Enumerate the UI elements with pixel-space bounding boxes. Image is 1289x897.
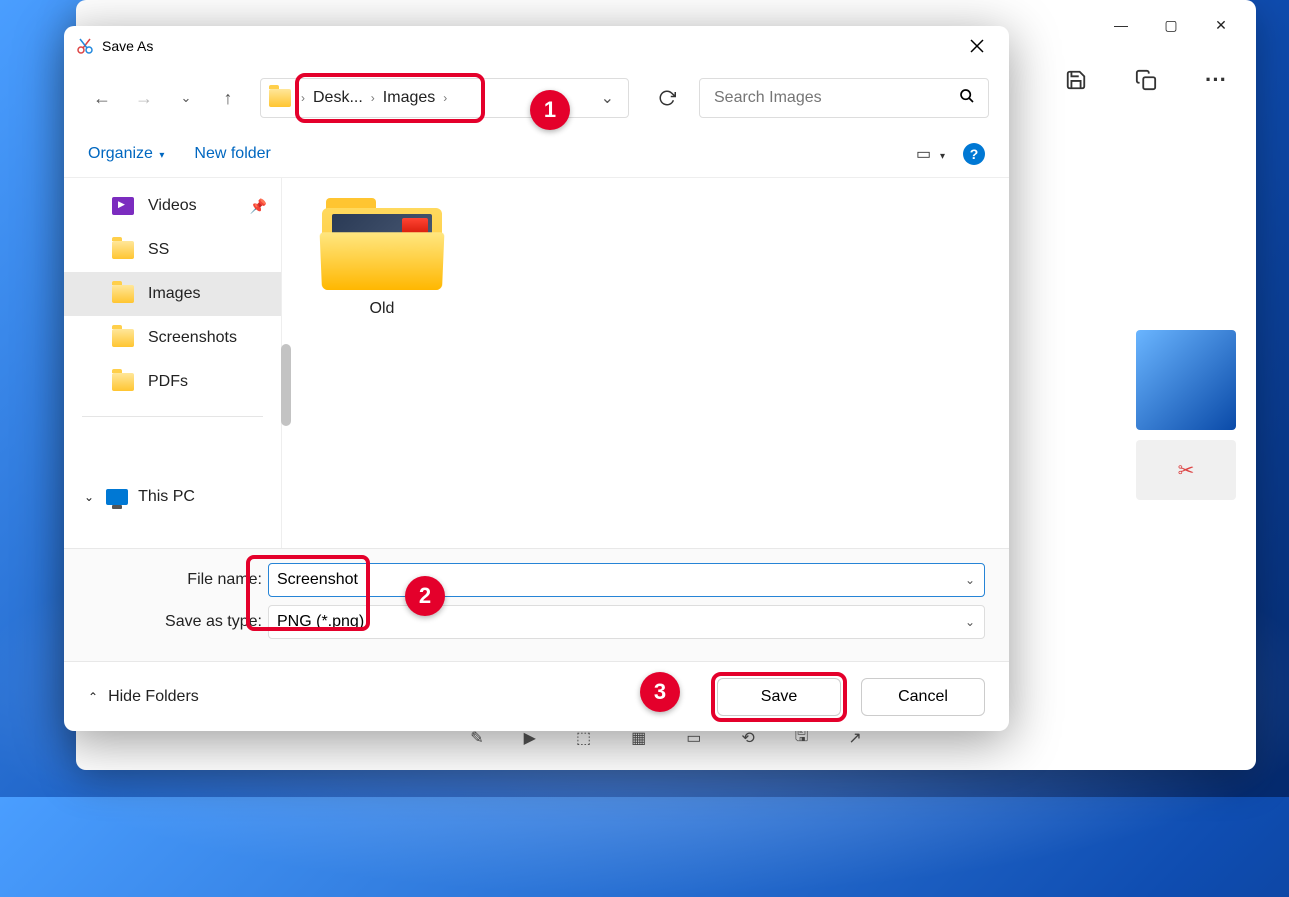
tool-icon[interactable]: ▶ <box>524 728 536 748</box>
sidebar-item-ss[interactable]: SS <box>64 228 281 272</box>
divider <box>82 416 263 417</box>
chevron-right-icon: › <box>443 91 447 105</box>
dialog-footer: ⌃ Hide Folders Save Cancel <box>64 661 1009 731</box>
folder-icon <box>269 89 291 107</box>
breadcrumb-segment[interactable]: Images <box>375 85 443 111</box>
toolbar: Organize ▾ New folder ▭ ▾ ? <box>64 130 1009 178</box>
dialog-title: Save As <box>102 38 957 54</box>
more-icon[interactable]: ··· <box>1196 60 1236 100</box>
sidebar-item-screenshots[interactable]: Screenshots <box>64 316 281 360</box>
breadcrumb-segment[interactable]: Desk... <box>305 85 371 111</box>
chevron-down-icon: ⌄ <box>84 490 94 504</box>
folder-icon <box>112 329 134 347</box>
sidebar-item-videos[interactable]: Videos 📌 <box>64 184 281 228</box>
folder-icon <box>112 373 134 391</box>
file-name-input[interactable] <box>268 563 985 597</box>
help-button[interactable]: ? <box>963 143 985 165</box>
file-type-label: Save as type: <box>88 613 268 631</box>
tool-icon[interactable]: ⬚ <box>576 728 591 748</box>
folder-item-old[interactable]: Old <box>312 198 452 318</box>
folder-icon <box>112 241 134 259</box>
tool-icon[interactable]: ✎ <box>470 728 483 748</box>
dialog-body: Videos 📌 SS Images Screenshots PDFs <box>64 178 1009 548</box>
sidebar-item-images[interactable]: Images <box>64 272 281 316</box>
tool-icon[interactable]: ⟲ <box>741 728 754 748</box>
tool-icon[interactable]: ▦ <box>631 728 646 748</box>
up-button[interactable]: ↑ <box>210 80 246 116</box>
dialog-titlebar: Save As <box>64 26 1009 66</box>
tool-icon[interactable]: ↗ <box>848 728 861 748</box>
sidebar-item-pdfs[interactable]: PDFs <box>64 360 281 404</box>
chevron-down-icon[interactable]: ⌄ <box>965 615 975 629</box>
videos-icon <box>112 197 134 215</box>
file-section: File name: ⌄ Save as type: PNG (*.png) ⌄ <box>64 548 1009 661</box>
parent-content: ✂ <box>1136 180 1256 500</box>
minimize-button[interactable]: — <box>1096 5 1146 45</box>
file-name-label: File name: <box>88 571 268 589</box>
forward-button[interactable]: → <box>126 80 162 116</box>
sidebar-this-pc[interactable]: ⌄ This PC <box>64 476 281 518</box>
folder-icon <box>322 198 442 290</box>
close-button[interactable] <box>957 28 997 64</box>
recent-dropdown[interactable]: ⌄ <box>168 80 204 116</box>
close-button[interactable]: ✕ <box>1196 5 1246 45</box>
copy-icon[interactable] <box>1126 60 1166 100</box>
address-dropdown[interactable]: ⌄ <box>595 88 620 108</box>
search-input[interactable] <box>699 78 989 118</box>
annotation-highlight: Save <box>711 672 847 722</box>
search-icon <box>959 88 975 109</box>
refresh-button[interactable] <box>649 80 685 116</box>
save-as-dialog: Save As ← → ⌄ ↑ › Desk... › Images › ⌄ <box>64 26 1009 731</box>
sidebar-item-label: Images <box>148 285 200 303</box>
monitor-icon <box>106 489 128 505</box>
save-icon[interactable] <box>1056 60 1096 100</box>
thumbnail <box>1136 330 1236 430</box>
sidebar-item-label: Videos <box>148 197 197 215</box>
file-pane[interactable]: Old <box>282 178 1009 548</box>
pin-icon: 📌 <box>250 198 267 215</box>
sidebar-item-label: Screenshots <box>148 329 237 347</box>
organize-menu[interactable]: Organize ▾ <box>88 145 164 163</box>
tool-icon[interactable]: ▭ <box>686 728 701 748</box>
snipping-tool-icon <box>76 37 94 55</box>
back-button[interactable]: ← <box>84 80 120 116</box>
maximize-button[interactable]: ▢ <box>1146 5 1196 45</box>
navigation-row: ← → ⌄ ↑ › Desk... › Images › ⌄ <box>64 66 1009 130</box>
thumbnail: ✂ <box>1136 440 1236 500</box>
sidebar-item-label: PDFs <box>148 373 188 391</box>
save-button[interactable]: Save <box>717 678 841 716</box>
folder-label: Old <box>312 300 452 318</box>
sidebar-item-label: This PC <box>138 488 195 506</box>
file-type-select[interactable]: PNG (*.png) <box>268 605 985 639</box>
hide-folders-button[interactable]: ⌃ Hide Folders <box>88 688 199 706</box>
folder-icon <box>112 285 134 303</box>
view-options[interactable]: ▭ ▾ <box>916 144 945 164</box>
sidebar-item-label: SS <box>148 241 169 259</box>
address-bar[interactable]: › Desk... › Images › ⌄ <box>260 78 629 118</box>
new-folder-button[interactable]: New folder <box>194 145 270 163</box>
chevron-up-icon: ⌃ <box>88 690 98 704</box>
sidebar: Videos 📌 SS Images Screenshots PDFs <box>64 178 282 548</box>
cancel-button[interactable]: Cancel <box>861 678 985 716</box>
chevron-down-icon[interactable]: ⌄ <box>965 573 975 587</box>
